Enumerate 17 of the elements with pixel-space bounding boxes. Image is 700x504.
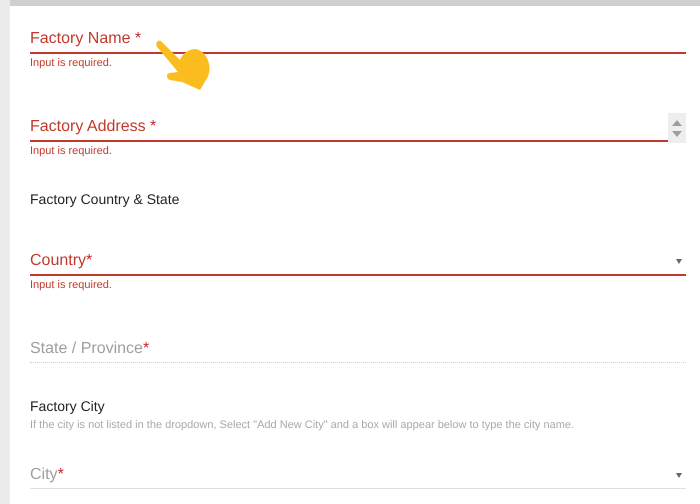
error-message: Input is required. [30, 278, 112, 292]
section-heading: Factory Country & State [30, 190, 180, 208]
caret-icon [676, 472, 682, 478]
field-label: Country* [30, 251, 92, 271]
section-heading: Factory City [30, 397, 105, 415]
dropdown-field[interactable]: Country* [30, 248, 686, 276]
help-text: If the city is not listed in the dropdown, Select "Add New City" and a box will appear below to type the city name. [30, 418, 574, 432]
error-message: Input is required. [30, 56, 112, 70]
caret-icon [676, 258, 682, 264]
scroll-arrows-icon [668, 113, 686, 143]
error-message: Input is required. [30, 144, 112, 158]
input-field[interactable]: Factory Address * [30, 114, 686, 142]
field-label: City* [30, 465, 64, 485]
field-label: State / Province* [30, 339, 150, 359]
field-label: Factory Address * [30, 117, 156, 137]
dropdown-field[interactable]: City* [30, 462, 686, 489]
field-label: Factory Name * [30, 29, 142, 49]
